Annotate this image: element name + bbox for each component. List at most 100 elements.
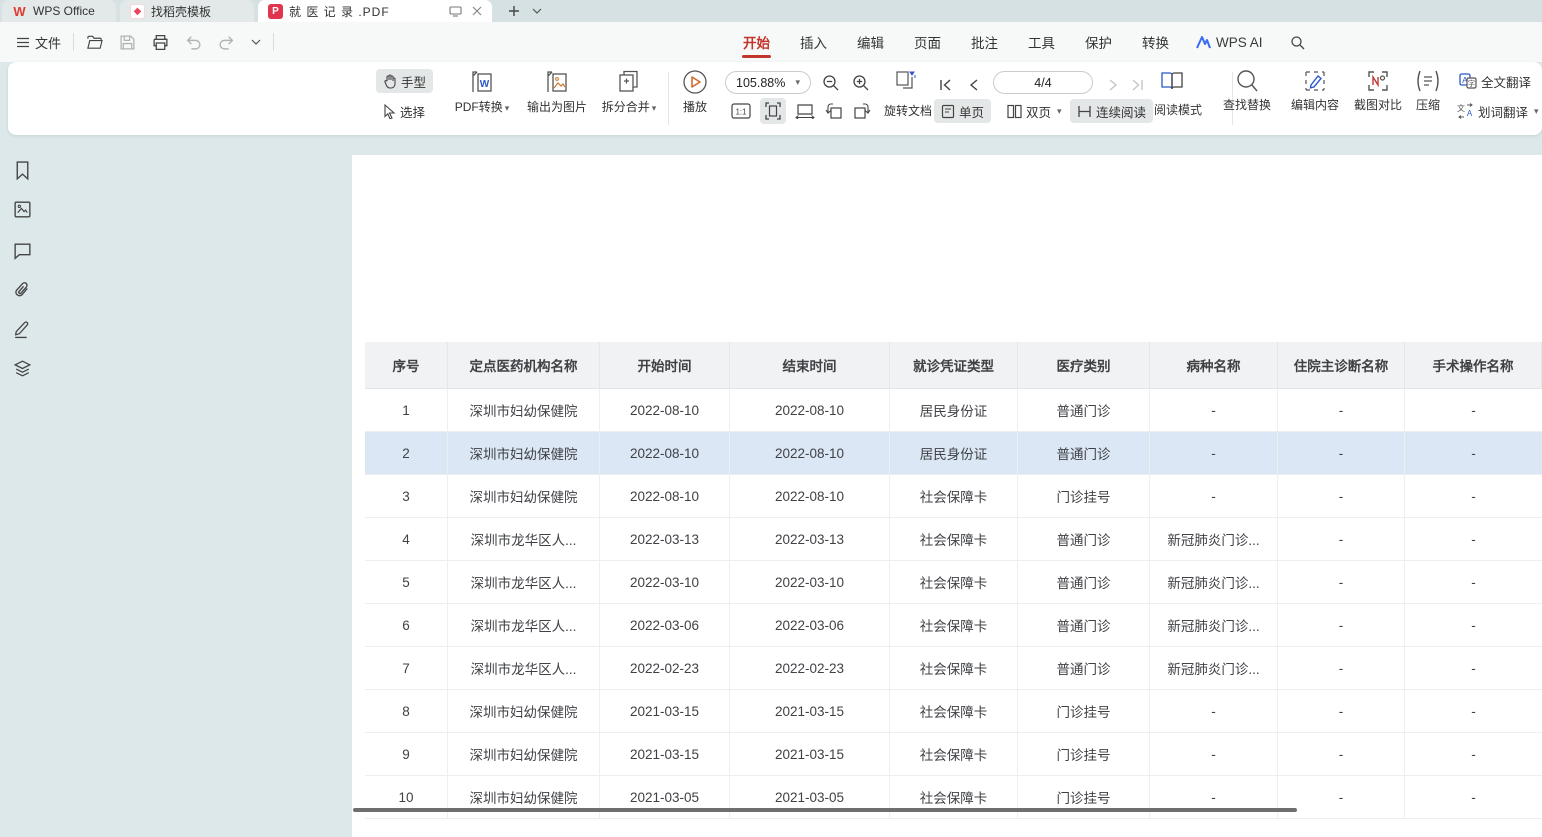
table-row[interactable]: 5深圳市龙华区人...2022-03-102022-03-10社会保障卡普通门诊…: [365, 561, 1542, 604]
prev-page-button[interactable]: [962, 74, 984, 96]
table-cell: 社会保障卡: [890, 604, 1018, 646]
menu-search-button[interactable]: [1275, 22, 1320, 62]
table-row[interactable]: 3深圳市妇幼保健院2022-08-102022-08-10社会保障卡门诊挂号--…: [365, 475, 1542, 518]
tab-docer-templates[interactable]: ◆ 找稻壳模板: [120, 0, 254, 22]
undo-button[interactable]: [177, 34, 210, 51]
signature-icon[interactable]: [12, 318, 33, 339]
screenshot-compare-button[interactable]: 截图对比: [1348, 68, 1408, 116]
last-page-button[interactable]: [1126, 74, 1148, 96]
menu-item-comment[interactable]: 批注: [956, 22, 1013, 62]
table-row[interactable]: 6深圳市龙华区人...2022-03-062022-03-06社会保障卡普通门诊…: [365, 604, 1542, 647]
menu-item-wps-ai[interactable]: WPS AI: [1184, 35, 1275, 50]
edit-content-button[interactable]: 编辑内容: [1282, 68, 1348, 116]
table-cell: 普通门诊: [1018, 604, 1150, 646]
wps-logo-icon: W: [12, 4, 27, 19]
fit-page-button[interactable]: [760, 98, 786, 124]
page-indicator-input[interactable]: [993, 71, 1093, 94]
split-merge-button[interactable]: 拆分合并▾: [593, 68, 665, 119]
menu-item-edit[interactable]: 编辑: [842, 22, 899, 62]
tab-document-pdf[interactable]: P 就 医 记 录 .PDF: [258, 0, 492, 22]
continuous-read-button[interactable]: 连续阅读: [1070, 99, 1153, 123]
table-row[interactable]: 1深圳市妇幼保健院2022-08-102022-08-10居民身份证普通门诊--…: [365, 389, 1542, 432]
play-button[interactable]: 播放: [670, 68, 720, 118]
compress-button[interactable]: 压缩: [1406, 68, 1450, 116]
new-tab-button[interactable]: [505, 2, 523, 20]
read-mode-button-icon[interactable]: [1158, 70, 1186, 92]
table-cell: 2022-03-10: [600, 561, 730, 603]
first-page-button[interactable]: [934, 74, 956, 96]
table-cell: -: [1405, 776, 1542, 818]
table-row[interactable]: 8深圳市妇幼保健院2021-03-152021-03-15社会保障卡门诊挂号--…: [365, 690, 1542, 733]
table-cell: -: [1278, 733, 1405, 775]
horizontal-scrollbar[interactable]: [353, 808, 1297, 812]
screenshot-compare-icon: [1365, 68, 1391, 94]
table-cell: 新冠肺炎门诊...: [1150, 518, 1278, 560]
table-row[interactable]: 9深圳市妇幼保健院2021-03-152021-03-15社会保障卡门诊挂号--…: [365, 733, 1542, 776]
double-page-icon: [1007, 104, 1022, 119]
table-row[interactable]: 4深圳市龙华区人...2022-03-132022-03-13社会保障卡普通门诊…: [365, 518, 1542, 561]
select-tool-button[interactable]: 选择: [376, 99, 432, 123]
tab-label: WPS Office: [33, 4, 95, 18]
find-replace-button[interactable]: 查找替换: [1214, 68, 1280, 116]
thumbnail-icon[interactable]: [12, 199, 33, 220]
table-cell: 2: [365, 432, 448, 474]
file-menu-button[interactable]: 文件: [8, 33, 69, 52]
bookmark-icon[interactable]: [12, 160, 33, 181]
menu-item-tools[interactable]: 工具: [1013, 22, 1070, 62]
double-page-button[interactable]: 双页 ▾: [1000, 99, 1069, 123]
menu-item-protect[interactable]: 保护: [1070, 22, 1127, 62]
fit-width-button[interactable]: [792, 100, 818, 122]
quickbar-more-button[interactable]: [243, 39, 269, 45]
layers-icon[interactable]: [12, 358, 33, 379]
close-icon[interactable]: [472, 6, 482, 16]
table-cell: 新冠肺炎门诊...: [1150, 604, 1278, 646]
export-image-button[interactable]: 输出为图片: [519, 68, 595, 118]
zoom-in-button[interactable]: [850, 72, 872, 94]
svg-text:字: 字: [1468, 78, 1476, 88]
column-header: 序号: [365, 342, 448, 388]
word-translate-button[interactable]: 文 A 划词翻译 ▾: [1450, 99, 1542, 123]
single-page-button[interactable]: 单页: [934, 99, 991, 123]
full-translate-button[interactable]: A 字 全文翻译: [1452, 69, 1538, 93]
ribbon-toolbar: 手型 选择 W PDF转换▾ 输出为图片 拆分合: [8, 62, 1542, 135]
hand-tool-button[interactable]: 手型: [376, 69, 433, 93]
print-button[interactable]: [144, 34, 177, 51]
tab-list-button[interactable]: [528, 2, 546, 20]
table-row[interactable]: 2深圳市妇幼保健院2022-08-102022-08-10居民身份证普通门诊--…: [365, 432, 1542, 475]
table-cell: -: [1405, 561, 1542, 603]
comment-icon[interactable]: [12, 240, 33, 261]
attachment-icon[interactable]: [12, 279, 33, 300]
read-mode-button[interactable]: 阅读模式: [1154, 99, 1202, 121]
table-cell: 2022-08-10: [600, 389, 730, 431]
column-header: 就诊凭证类型: [890, 342, 1018, 388]
zoom-level-select[interactable]: 105.88% ▾: [725, 71, 811, 94]
table-cell: -: [1278, 475, 1405, 517]
pdf-convert-button[interactable]: W PDF转换▾: [446, 68, 518, 119]
continuous-read-label: 连续阅读: [1096, 102, 1146, 121]
zoom-out-button[interactable]: [820, 72, 842, 94]
split-merge-icon: [616, 68, 642, 96]
menu-item-convert[interactable]: 转换: [1127, 22, 1184, 62]
rotate-doc-button[interactable]: 旋转文档: [884, 100, 932, 122]
split-merge-label: 拆分合并: [602, 100, 650, 114]
rotate-left-button[interactable]: [822, 100, 844, 122]
open-file-button[interactable]: [78, 34, 111, 51]
undo-icon: [185, 34, 202, 51]
actual-size-button[interactable]: 1:1: [730, 100, 752, 122]
rotate-right-button[interactable]: [852, 100, 874, 122]
word-translate-icon: 文 A: [1457, 103, 1474, 119]
next-page-button[interactable]: [1102, 74, 1124, 96]
tab-wps-office[interactable]: W WPS Office: [2, 0, 116, 22]
table-cell: 2022-08-10: [730, 432, 890, 474]
table-row[interactable]: 10深圳市妇幼保健院2021-03-052021-03-05社会保障卡门诊挂号-…: [365, 776, 1542, 819]
table-row[interactable]: 7深圳市龙华区人...2022-02-232022-02-23社会保障卡普通门诊…: [365, 647, 1542, 690]
swap-pages-button[interactable]: [892, 70, 920, 92]
menu-item-home[interactable]: 开始: [728, 22, 785, 62]
monitor-icon[interactable]: [449, 6, 462, 17]
save-button[interactable]: [111, 34, 144, 51]
redo-button[interactable]: [210, 34, 243, 51]
menu-item-page[interactable]: 页面: [899, 22, 956, 62]
menu-item-insert[interactable]: 插入: [785, 22, 842, 62]
zoom-in-icon: [852, 74, 870, 92]
document-viewport[interactable]: 序号定点医药机构名称开始时间结束时间就诊凭证类型医疗类别病种名称住院主诊断名称手…: [48, 137, 1542, 837]
